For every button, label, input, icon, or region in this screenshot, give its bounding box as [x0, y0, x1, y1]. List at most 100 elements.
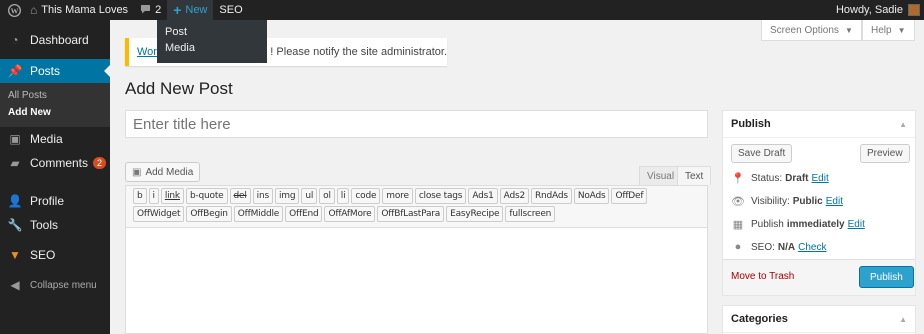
- quicktag-button-offmiddle[interactable]: OffMiddle: [233, 206, 284, 222]
- quicktag-button-b-quote[interactable]: b-quote: [185, 188, 228, 204]
- sidebar-item-media[interactable]: ▣ Media: [0, 127, 110, 151]
- post-title-input[interactable]: [125, 110, 708, 138]
- publish-button[interactable]: Publish: [859, 266, 914, 288]
- plus-icon: +: [173, 2, 182, 18]
- sidebar-item-label: Comments: [30, 156, 89, 170]
- quicktag-button-i[interactable]: i: [148, 188, 159, 204]
- save-draft-button[interactable]: Save Draft: [731, 144, 793, 163]
- new-content-menu[interactable]: + New: [167, 0, 214, 20]
- tab-visual[interactable]: Visual: [639, 166, 683, 185]
- quicktag-button-rndads[interactable]: RndAds: [530, 188, 572, 204]
- categories-box-header[interactable]: Categories ▲: [723, 306, 915, 333]
- svg-text:W: W: [10, 6, 18, 15]
- quicktag-button-code[interactable]: code: [351, 188, 381, 204]
- sidebar-item-label: Tools: [30, 218, 59, 232]
- quicktag-button-offdef[interactable]: OffDef: [611, 188, 648, 204]
- submenu-add-new[interactable]: Add New: [0, 104, 110, 121]
- collapse-menu-button[interactable]: ◀ Collapse menu: [0, 273, 110, 297]
- edit-schedule-link[interactable]: Edit: [848, 219, 865, 230]
- quicktag-button-del[interactable]: del: [229, 188, 251, 204]
- quicktag-button-ads2[interactable]: Ads2: [499, 188, 529, 204]
- quicktag-button-ol[interactable]: ol: [319, 188, 335, 204]
- status-row: 📍 Status: Draft Edit: [731, 172, 829, 185]
- comments-link[interactable]: 2: [134, 0, 167, 20]
- quicktag-button-offend[interactable]: OffEnd: [285, 206, 323, 222]
- home-icon: ⌂: [30, 3, 38, 17]
- sidebar-item-tools[interactable]: 🔧 Tools: [0, 213, 110, 237]
- schedule-row: ▦ Publish immediately Edit: [731, 218, 865, 231]
- quicktag-button-ins[interactable]: ins: [252, 188, 273, 204]
- quicktag-button-offwidget[interactable]: OffWidget: [133, 206, 185, 222]
- publish-box-title: Publish: [731, 118, 771, 130]
- help-button[interactable]: Help ▼: [862, 20, 915, 41]
- visibility-value: Public: [792, 196, 823, 207]
- screen-options-label: Screen Options: [770, 24, 839, 36]
- quicktag-button-b[interactable]: b: [133, 188, 147, 204]
- new-post-item[interactable]: Post: [157, 24, 267, 40]
- tab-text[interactable]: Text: [677, 166, 712, 185]
- quicktag-button-link[interactable]: link: [160, 188, 184, 204]
- publish-time-value: immediately: [786, 219, 845, 230]
- comments-count: 2: [155, 4, 162, 16]
- publish-actions: Move to Trash Publish: [723, 259, 915, 295]
- quicktag-button-offbegin[interactable]: OffBegin: [186, 206, 232, 222]
- sidebar-item-comments[interactable]: ▰ Comments 2: [0, 151, 110, 175]
- edit-visibility-link[interactable]: Edit: [826, 196, 843, 207]
- seo-row: ● SEO: N/A Check: [731, 241, 827, 253]
- quicktag-button-offbflastpara[interactable]: OffBfLastPara: [377, 206, 445, 222]
- add-media-button[interactable]: ▣ Add Media: [125, 162, 201, 182]
- admin-bar: W ⌂ This Mama Loves 2 + New SEO Howdy, S…: [0, 0, 924, 20]
- page-title: Add New Post: [125, 79, 233, 98]
- collapse-arrow-icon[interactable]: ▲: [899, 120, 907, 129]
- seo-link[interactable]: SEO: [213, 0, 248, 20]
- publish-box-header[interactable]: Publish ▲: [723, 111, 915, 138]
- notice-link[interactable]: Wor: [137, 46, 157, 58]
- chevron-down-icon: ▼: [844, 25, 853, 35]
- sidebar-item-dashboard[interactable]: ◔ Dashboard: [0, 28, 110, 52]
- quicktag-button-fullscreen[interactable]: fullscreen: [505, 206, 556, 222]
- chevron-down-icon: ▼: [897, 25, 906, 35]
- screen-options-button[interactable]: Screen Options ▼: [761, 20, 862, 41]
- calendar-icon: ▦: [732, 219, 744, 231]
- wordpress-logo-icon[interactable]: W: [4, 0, 24, 20]
- collapse-arrow-icon[interactable]: ▲: [899, 315, 907, 324]
- quicktag-button-ads1[interactable]: Ads1: [468, 188, 498, 204]
- sidebar-item-label: Profile: [30, 194, 65, 208]
- help-label: Help: [871, 24, 892, 36]
- wrench-icon: 🔧: [7, 218, 23, 232]
- quicktag-button-close-tags[interactable]: close tags: [414, 188, 467, 204]
- media-icon: ▣: [132, 166, 142, 178]
- collapse-icon: ◀: [10, 278, 20, 292]
- preview-button[interactable]: Preview: [860, 144, 910, 163]
- quicktag-button-li[interactable]: li: [336, 188, 350, 204]
- sidebar-item-profile[interactable]: 👤 Profile: [0, 189, 110, 213]
- status-label: Status:: [751, 173, 783, 184]
- categories-box: Categories ▲: [722, 305, 916, 334]
- quicktag-button-more[interactable]: more: [382, 188, 413, 204]
- edit-status-link[interactable]: Edit: [811, 173, 828, 184]
- submenu-all-posts[interactable]: All Posts: [0, 87, 110, 104]
- comment-bubble-icon: [140, 3, 151, 17]
- quicktags-toolbar: b i link b-quote del ins img ul ol li code more clos…: [126, 186, 707, 228]
- quicktag-button-ul[interactable]: ul: [301, 188, 318, 204]
- new-label: New: [185, 4, 208, 16]
- eye-icon: 👁: [731, 196, 745, 208]
- categories-box-title: Categories: [731, 313, 788, 325]
- dashboard-icon: ◔: [11, 33, 19, 47]
- quicktag-button-img[interactable]: img: [274, 188, 300, 204]
- site-name-link[interactable]: ⌂ This Mama Loves: [24, 0, 134, 20]
- move-to-trash-link[interactable]: Move to Trash: [731, 271, 794, 282]
- howdy-text: Howdy, Sadie: [835, 4, 903, 16]
- sidebar-item-seo[interactable]: ▼ SEO: [0, 243, 110, 267]
- sidebar-item-posts[interactable]: 📌 Posts: [0, 59, 110, 83]
- user-menu[interactable]: Howdy, Sadie: [830, 0, 924, 20]
- posts-submenu: All Posts Add New: [0, 83, 110, 127]
- quicktag-button-noads[interactable]: NoAds: [573, 188, 610, 204]
- editor-textarea[interactable]: [126, 228, 707, 328]
- pin-icon: 📍: [731, 173, 745, 185]
- publish-time-label: Publish: [751, 219, 784, 230]
- new-media-item[interactable]: Media: [157, 40, 267, 56]
- quicktag-button-easyrecipe[interactable]: EasyRecipe: [446, 206, 504, 222]
- quicktag-button-offafmore[interactable]: OffAfMore: [324, 206, 376, 222]
- seo-check-link[interactable]: Check: [798, 242, 826, 253]
